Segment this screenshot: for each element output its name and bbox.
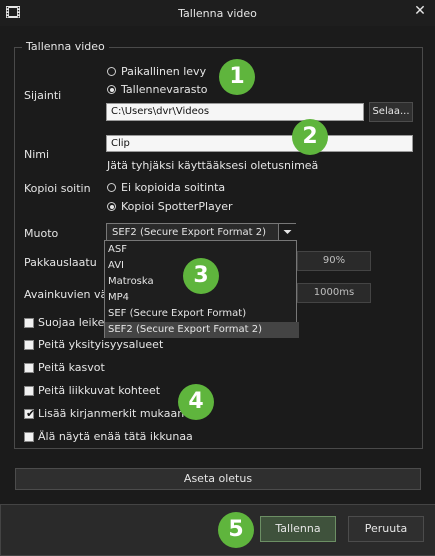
radio-no-player-label: Ei kopioida soitinta [121,181,226,194]
checkbox-mask-faces[interactable]: Peitä kasvot [24,361,144,375]
radio-local-disk-indicator[interactable] [107,67,116,76]
chevron-down-icon[interactable] [278,224,296,240]
format-select[interactable]: SEF2 (Secure Export Format 2) [106,223,296,241]
format-selected-value: SEF2 (Secure Export Format 2) [112,227,267,238]
compression-input[interactable]: 90% [297,251,371,271]
checkbox-dont-show-label: Älä näytä enää tätä ikkunaa [38,430,193,443]
name-input[interactable]: Clip [106,135,413,152]
save-button[interactable]: Tallenna [260,516,336,542]
path-input[interactable]: C:\Users\dvr\Videos [106,103,364,121]
radio-local-disk-label: Paikallinen levy [121,65,207,78]
checkbox-bookmarks[interactable]: ✔ Lisää kirjanmerkit mukaan [24,407,184,421]
checkbox-privacy-areas[interactable]: Peitä yksityisyysalueet [24,338,184,352]
group-title: Tallenna video [22,40,109,53]
radio-local-disk[interactable]: Paikallinen levy [107,65,237,79]
checkbox-protect-clip[interactable]: Suojaa leike sa [24,316,120,330]
radio-copy-player-indicator[interactable] [107,202,116,211]
radio-copy-player[interactable]: Kopioi SpotterPlayer [107,200,247,214]
cancel-button[interactable]: Peruuta [348,516,424,542]
format-option-mp4[interactable]: MP4 [108,290,129,306]
radio-storage-indicator[interactable] [107,85,116,94]
format-option-avi[interactable]: AVI [108,258,124,274]
checkbox-mask-moving-label: Peitä liikkuvat kohteet [38,384,161,397]
compression-label: Pakkauslaatu [24,256,97,269]
checkbox-dont-show-box[interactable] [24,432,34,442]
checkbox-mask-faces-box[interactable] [24,363,34,373]
window-title: Tallenna video [178,7,257,20]
annotation-badge-4: 4 [178,384,214,420]
radio-no-player[interactable]: Ei kopioida soitinta [107,181,247,195]
checkbox-bookmarks-label: Lisää kirjanmerkit mukaan [38,407,185,420]
annotation-badge-1: 1 [219,59,255,95]
checkbox-dont-show[interactable]: Älä näytä enää tätä ikkunaa [24,430,194,444]
format-label: Muoto [24,227,59,240]
radio-storage[interactable]: Tallennevarasto [107,83,237,97]
checkbox-mask-moving-box[interactable] [24,386,34,396]
close-icon[interactable]: ✕ [412,3,428,19]
format-option-sef2[interactable]: SEF2 (Secure Export Format 2) [105,322,299,338]
annotation-badge-2: 2 [292,119,328,155]
annotation-badge-3: 3 [183,258,219,294]
checkmark-icon: ✔ [26,407,36,420]
annotation-badge-5: 5 [218,512,254,548]
name-label: Nimi [24,148,50,161]
checkbox-mask-faces-label: Peitä kasvot [38,361,105,374]
radio-storage-label: Tallennevarasto [121,83,208,96]
set-default-button[interactable]: Aseta oletus [15,468,421,490]
radio-copy-player-label: Kopioi SpotterPlayer [121,200,233,213]
keyframe-label: Avainkuvien väli [24,288,114,301]
format-option-matroska[interactable]: Matroska [108,274,154,290]
location-label: Sijainti [24,89,62,102]
checkbox-privacy-areas-label: Peitä yksityisyysalueet [38,338,164,351]
checkbox-protect-clip-box[interactable] [24,318,34,328]
checkbox-privacy-areas-box[interactable] [24,340,34,350]
name-hint: Jätä tyhjäksi käyttääksesi oletusnimeä [107,159,319,172]
checkbox-mask-moving[interactable]: Peitä liikkuvat kohteet [24,384,184,398]
checkbox-bookmarks-box[interactable]: ✔ [24,407,36,420]
format-option-asf[interactable]: ASF [108,242,127,258]
copy-player-label: Kopioi soitin [24,182,91,195]
radio-no-player-indicator[interactable] [107,183,116,192]
format-option-sef[interactable]: SEF (Secure Export Format) [108,306,246,322]
keyframe-input[interactable]: 1000ms [297,283,371,303]
browse-button[interactable]: Selaa... [369,102,413,122]
